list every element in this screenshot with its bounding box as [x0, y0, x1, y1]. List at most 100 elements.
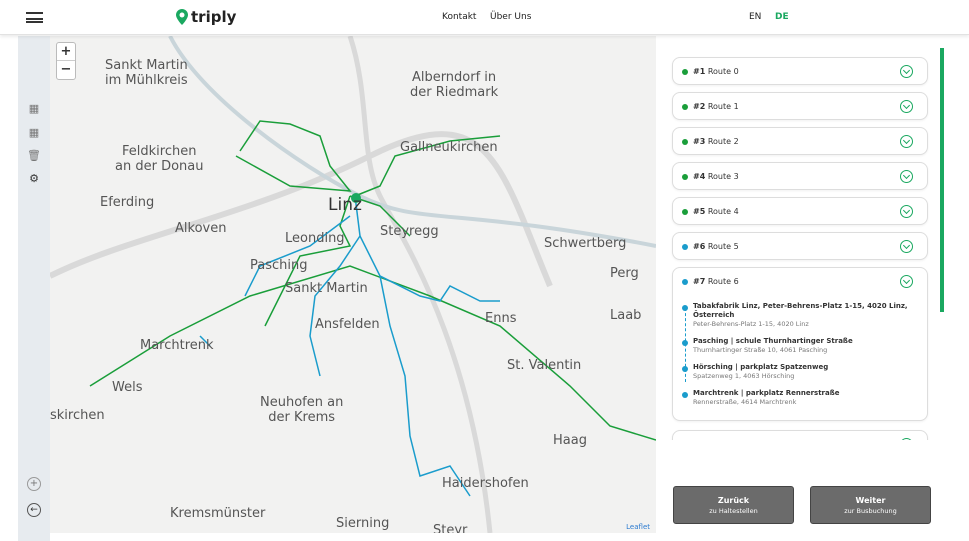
stop-address: Thurnhartinger Straße 10, 4061 Pasching	[693, 346, 828, 354]
header: triply Kontakt Über Uns EN DE	[0, 0, 969, 35]
calendar-settings-icon[interactable]: ▦	[27, 126, 41, 140]
stop-address: Peter-Behrens-Platz 1-15, 4020 Linz	[693, 320, 809, 328]
place-label: Eferding	[100, 195, 155, 210]
place-label: Pasching	[250, 258, 308, 273]
place-label: Gallneukirchen	[400, 140, 498, 155]
stop-dot	[682, 340, 688, 346]
stop-address: Rennerstraße, 4614 Marchtrenk	[693, 398, 797, 406]
chevron-down-icon[interactable]	[900, 135, 913, 148]
route-color-dot	[682, 209, 688, 215]
route-card[interactable]: #6 Route 5	[672, 232, 928, 260]
nav-kontakt[interactable]: Kontakt	[442, 12, 476, 22]
chevron-down-icon[interactable]	[900, 275, 913, 288]
menu-icon[interactable]	[26, 12, 43, 23]
place-label: Haidershofen	[442, 476, 529, 491]
place-label: Marchtrenk	[140, 338, 214, 353]
place-label: Wels	[112, 380, 143, 395]
stop-name: Marchtrenk | parkplatz Rennerstraße	[693, 389, 840, 397]
map[interactable]: + − Sankt Martin im Mühlkreis Alberndorf …	[50, 36, 656, 533]
brand-name: triply	[191, 8, 237, 26]
chevron-down-icon[interactable]	[900, 100, 913, 113]
place-label: Haag	[553, 433, 587, 448]
place-label: Steyr	[433, 523, 468, 533]
nav-ueber-uns[interactable]: Über Uns	[490, 12, 531, 22]
route-card[interactable]: #2 Route 1	[672, 92, 928, 120]
attribution-link[interactable]: Leaflet	[626, 523, 650, 531]
map-pin-icon	[176, 9, 188, 25]
stop-name: Tabakfabrik Linz, Peter-Behrens-Platz 1-…	[693, 302, 908, 319]
route-title: #5 Route 4	[693, 207, 739, 216]
place-label: Laab	[610, 308, 642, 323]
logout-icon[interactable]: ←	[27, 503, 41, 517]
lang-de[interactable]: DE	[775, 12, 789, 22]
place-label: Sierning	[336, 516, 390, 531]
next-sublabel: zur Busbuchung	[844, 507, 897, 515]
stop-item[interactable]: Hörsching | parkplatz Spatzenweg Spatzenw…	[673, 363, 927, 381]
route-card[interactable]: #4 Route 3	[672, 162, 928, 190]
place-label: Alberndorf in der Riedmark	[410, 70, 499, 100]
chevron-down-icon[interactable]	[900, 65, 913, 78]
route-title: #1 Route 0	[693, 67, 739, 76]
route-color-dot	[682, 279, 688, 285]
route-title: #7 Route 6	[693, 277, 739, 286]
route-color-dot	[682, 69, 688, 75]
chevron-down-icon[interactable]	[900, 240, 913, 253]
route-card[interactable]: #1 Route 0	[672, 57, 928, 85]
chevron-down-icon[interactable]	[900, 205, 913, 218]
back-label: Zurück	[717, 496, 750, 505]
route-title: #3 Route 2	[693, 137, 739, 146]
back-sublabel: zu Haltestellen	[709, 507, 758, 515]
stop-dot	[682, 366, 688, 372]
place-label: Linz	[328, 195, 362, 215]
stop-item[interactable]: Pasching | schule Thurnhartinger Straße T…	[673, 337, 927, 355]
place-label: Feldkirchen an der Donau	[115, 144, 204, 174]
place-label: Steyregg	[380, 224, 439, 239]
logo[interactable]: triply	[176, 8, 236, 26]
zoom-in-button[interactable]: +	[57, 43, 75, 61]
place-label: Schwertberg	[544, 236, 627, 251]
place-label: Enns	[485, 311, 517, 326]
route-blue	[199, 195, 500, 497]
place-label: Sankt Martin	[285, 281, 368, 296]
route-title: #4 Route 3	[693, 172, 739, 181]
place-label: Perg	[610, 266, 639, 281]
trash-icon[interactable]: 🗑	[27, 149, 41, 163]
route-color-dot	[682, 174, 688, 180]
zoom-out-button[interactable]: −	[57, 61, 75, 79]
scrollbar[interactable]	[940, 48, 944, 312]
place-label: Kremsmünster	[170, 506, 266, 521]
calendar-settings-icon[interactable]: ▦	[27, 102, 41, 116]
back-button[interactable]: Zurück zu Haltestellen	[673, 486, 794, 524]
place-label: St. Valentin	[507, 358, 582, 373]
sidebar-rail: ▦ ▦ 🗑 ⚙ + ←	[18, 36, 50, 541]
gear-icon[interactable]: ⚙	[27, 172, 41, 186]
place-label: Leonding	[285, 231, 345, 246]
route-color-dot	[682, 244, 688, 250]
route-color-dot	[682, 139, 688, 145]
stop-name: Pasching | schule Thurnhartinger Straße	[693, 337, 853, 345]
place-label: Alkoven	[175, 221, 227, 236]
route-card[interactable]: #5 Route 4	[672, 197, 928, 225]
stop-item[interactable]: Marchtrenk | parkplatz Rennerstraße Renne…	[673, 389, 927, 407]
plus-circle-icon[interactable]: +	[27, 477, 41, 491]
place-label: Neuhofen an der Krems	[260, 395, 344, 425]
stop-address: Spatzenweg 1, 4063 Hörsching	[693, 372, 795, 380]
route-card[interactable]: #7 Route 6 Tabakfabrik Linz, Peter-Behre…	[672, 267, 928, 421]
stop-item[interactable]: Tabakfabrik Linz, Peter-Behrens-Platz 1-…	[673, 302, 927, 329]
route-card[interactable]: #3 Route 2	[672, 127, 928, 155]
next-button[interactable]: Weiter zur Busbuchung	[810, 486, 931, 524]
route-color-dot	[682, 104, 688, 110]
place-label: skirchen	[50, 408, 105, 423]
place-label: Ansfelden	[315, 317, 380, 332]
route-title: #2 Route 1	[693, 102, 739, 111]
stop-name: Hörsching | parkplatz Spatzenweg	[693, 363, 829, 371]
stop-dot	[682, 392, 688, 398]
stop-list: Tabakfabrik Linz, Peter-Behrens-Platz 1-…	[673, 302, 927, 415]
zoom-control: + −	[56, 42, 76, 80]
chevron-down-icon[interactable]	[900, 170, 913, 183]
place-label: Sankt Martin im Mühlkreis	[105, 58, 188, 88]
lang-en[interactable]: EN	[749, 12, 761, 22]
stop-dot	[682, 305, 688, 311]
route-title: #6 Route 5	[693, 242, 739, 251]
next-label: Weiter	[855, 496, 886, 505]
